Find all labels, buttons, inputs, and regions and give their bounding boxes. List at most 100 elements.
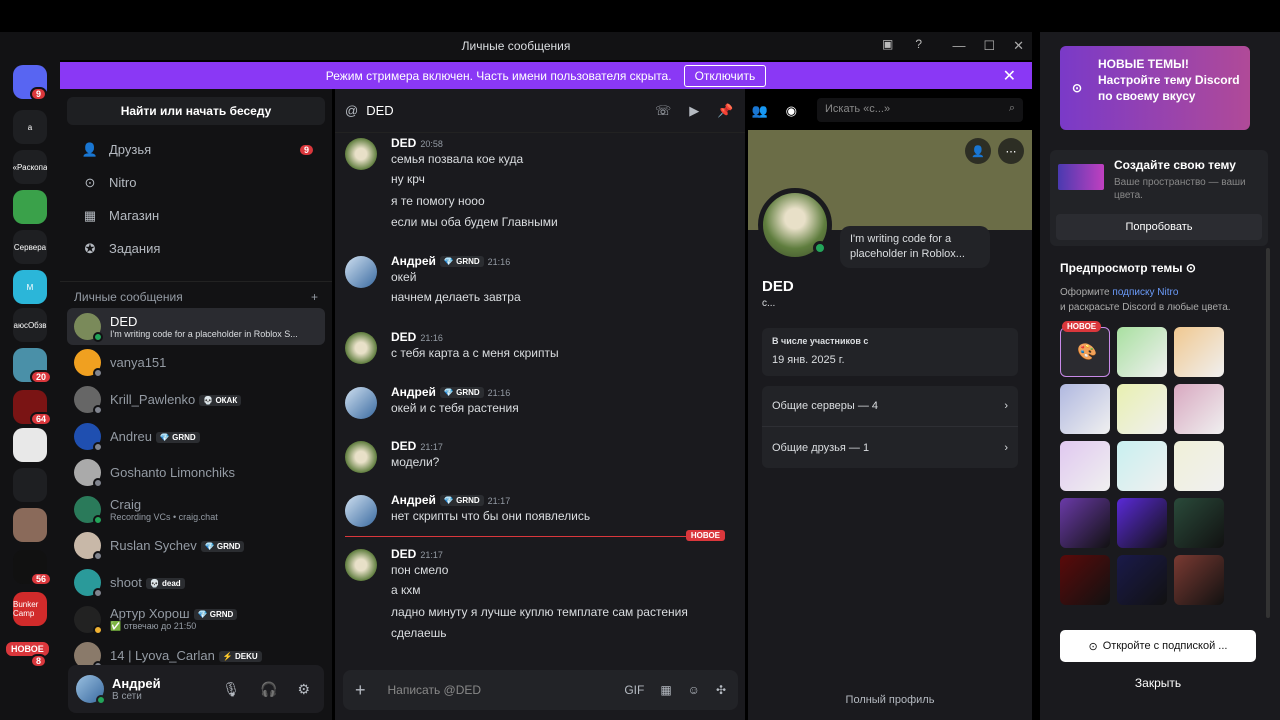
full-profile-link[interactable]: Полный профиль bbox=[748, 694, 1032, 706]
message-timestamp: 21:16 bbox=[487, 257, 511, 267]
message-author[interactable]: DED bbox=[391, 136, 416, 150]
message-author[interactable]: DED bbox=[391, 547, 416, 561]
close-window-button[interactable]: ✕ bbox=[1013, 38, 1024, 54]
nav-item-1[interactable]: ⊙ Nitro bbox=[67, 166, 325, 199]
find-conversation-button[interactable]: Найти или начать беседу bbox=[67, 97, 325, 125]
close-icon[interactable]: ✕ bbox=[1003, 66, 1016, 86]
theme-swatch[interactable] bbox=[1117, 441, 1167, 491]
message-author[interactable]: Андрей bbox=[391, 385, 436, 399]
message-author[interactable]: DED bbox=[391, 330, 416, 344]
dm-item[interactable]: Артур Хорош 💎 GRND ✅ отвечаю до 21:50 bbox=[67, 601, 325, 638]
theme-swatch[interactable] bbox=[1060, 555, 1110, 605]
voice-call-icon[interactable]: ☏ bbox=[655, 103, 671, 119]
scrollbar[interactable] bbox=[1266, 248, 1270, 618]
help-icon[interactable]: ? bbox=[915, 37, 922, 51]
theme-swatch[interactable] bbox=[1174, 384, 1224, 434]
search-input[interactable]: Искать «с...» ⌕ bbox=[817, 98, 1023, 122]
message-author[interactable]: Андрей bbox=[391, 254, 436, 268]
custom-status-bubble: I'm writing code for a placeholder in Ro… bbox=[840, 226, 990, 268]
preview-text: Оформите bbox=[1060, 287, 1113, 298]
inbox-icon[interactable]: ▣ bbox=[882, 37, 893, 51]
quests-icon: ✪ bbox=[84, 240, 96, 256]
nitro-subscription-link[interactable]: подписку Nitro bbox=[1112, 287, 1178, 298]
theme-swatch[interactable] bbox=[1060, 498, 1110, 548]
dm-item[interactable]: shoot 💀 dead bbox=[67, 564, 325, 601]
server-icon[interactable]: «Раскопа bbox=[13, 150, 47, 184]
server-icon[interactable]: Bunker Camp bbox=[13, 592, 47, 626]
server-icon[interactable]: Сервера bbox=[13, 230, 47, 264]
minimize-button[interactable]: — bbox=[952, 38, 965, 54]
sticker-icon[interactable]: ▦ bbox=[660, 683, 671, 697]
nav-item-0[interactable]: 👤 Друзья 9 bbox=[67, 133, 325, 166]
headphones-icon[interactable]: 🎧 bbox=[260, 681, 277, 698]
theme-swatch[interactable] bbox=[1174, 441, 1224, 491]
theme-swatch[interactable] bbox=[1117, 555, 1167, 605]
attach-plus-icon[interactable]: + bbox=[355, 680, 366, 701]
theme-swatch[interactable] bbox=[1117, 498, 1167, 548]
server-icon[interactable] bbox=[13, 468, 47, 502]
member-since-card: В числе участников с 19 янв. 2025 г. bbox=[762, 328, 1018, 376]
avatar[interactable] bbox=[345, 332, 377, 364]
try-button[interactable]: Попробовать bbox=[1056, 214, 1262, 240]
video-call-icon[interactable]: ▶ bbox=[689, 103, 699, 119]
avatar bbox=[74, 605, 103, 635]
nav-item-3[interactable]: ✪ Задания bbox=[67, 232, 325, 265]
theme-swatch[interactable] bbox=[1117, 384, 1167, 434]
server-icon[interactable] bbox=[13, 428, 47, 462]
mutual-friends-row[interactable]: Общие друзья — 1 › bbox=[762, 427, 1018, 468]
message-input[interactable]: + Написать @DED GIF ▦ ☺ ✣ bbox=[343, 670, 738, 710]
dm-item[interactable]: Craig Recording VCs • craig.chat bbox=[67, 491, 325, 528]
maximize-button[interactable]: ☐ bbox=[983, 38, 995, 54]
dm-item[interactable]: Ruslan Sychev 💎 GRND bbox=[67, 528, 325, 565]
unlock-with-nitro-button[interactable]: ⊙ Откройте с подпиской ... bbox=[1060, 630, 1256, 662]
server-icon[interactable] bbox=[13, 508, 47, 542]
server-icon[interactable] bbox=[13, 190, 47, 224]
avatar[interactable] bbox=[345, 441, 377, 473]
dm-item[interactable]: Krill_Pawlenko 💀 ОКАК bbox=[67, 381, 325, 418]
avatar[interactable] bbox=[76, 675, 106, 705]
avatar[interactable] bbox=[345, 495, 377, 527]
avatar[interactable] bbox=[345, 256, 377, 288]
member-since-date: 19 янв. 2025 г. bbox=[772, 354, 845, 366]
unread-badge: 56 bbox=[30, 572, 53, 586]
theme-swatch[interactable] bbox=[1174, 555, 1224, 605]
avatar[interactable] bbox=[345, 138, 377, 170]
disable-streamer-mode-button[interactable]: Отключить bbox=[683, 64, 767, 87]
banner-text: Режим стримера включен. Часть имени поль… bbox=[325, 68, 672, 83]
apps-icon[interactable]: ✣ bbox=[716, 683, 726, 697]
message-author[interactable]: Андрей bbox=[391, 493, 436, 507]
server-icon[interactable]: a bbox=[13, 110, 47, 144]
mutual-servers-row[interactable]: Общие серверы — 4 › bbox=[762, 386, 1018, 427]
dm-item[interactable]: vanya151 bbox=[67, 345, 325, 382]
add-friends-to-dm-icon[interactable]: 👥 bbox=[751, 103, 767, 119]
user-profile-icon[interactable]: ◉ bbox=[786, 103, 797, 119]
settings-gear-icon[interactable]: ⚙ bbox=[297, 681, 310, 698]
nav-item-2[interactable]: ▦ Магазин bbox=[67, 199, 325, 232]
theme-swatch[interactable] bbox=[1174, 327, 1224, 377]
add-friend-icon[interactable]: 👤 bbox=[965, 138, 991, 164]
close-button[interactable]: Закрыть bbox=[1060, 676, 1256, 690]
server-icon[interactable]: M bbox=[13, 270, 47, 304]
new-themes-promo[interactable]: ⊙ НОВЫЕ ТЕМЫ! Настройте тему Discord по … bbox=[1060, 46, 1250, 130]
gif-icon[interactable]: GIF bbox=[624, 683, 644, 697]
message-group: DED 21:17 модели? bbox=[345, 439, 740, 473]
create-dm-icon[interactable]: + bbox=[311, 290, 318, 304]
theme-swatch[interactable] bbox=[1117, 327, 1167, 377]
avatar[interactable] bbox=[345, 387, 377, 419]
avatar[interactable] bbox=[345, 549, 377, 581]
search-icon: ⌕ bbox=[1008, 102, 1015, 114]
dm-item[interactable]: DED I'm writing code for a placeholder in… bbox=[67, 308, 325, 345]
microphone-icon[interactable]: 🎙 bbox=[222, 681, 240, 698]
theme-swatch[interactable] bbox=[1060, 441, 1110, 491]
pin-icon[interactable]: 📌 bbox=[717, 103, 733, 119]
dm-item[interactable]: Andreu 💎 GRND bbox=[67, 418, 325, 455]
theme-swatch[interactable] bbox=[1174, 498, 1224, 548]
mutuals-card: Общие серверы — 4 › Общие друзья — 1 › bbox=[762, 386, 1018, 468]
dm-item[interactable]: Goshanto Limonchiks bbox=[67, 454, 325, 491]
theme-swatch[interactable] bbox=[1060, 384, 1110, 434]
more-options-icon[interactable]: ⋯ bbox=[998, 138, 1024, 164]
message-author[interactable]: DED bbox=[391, 439, 416, 453]
nitro-icon: ⊙ bbox=[1185, 261, 1196, 275]
server-icon[interactable]: аюсОбзв bbox=[13, 308, 47, 342]
emoji-icon[interactable]: ☺ bbox=[688, 683, 700, 697]
